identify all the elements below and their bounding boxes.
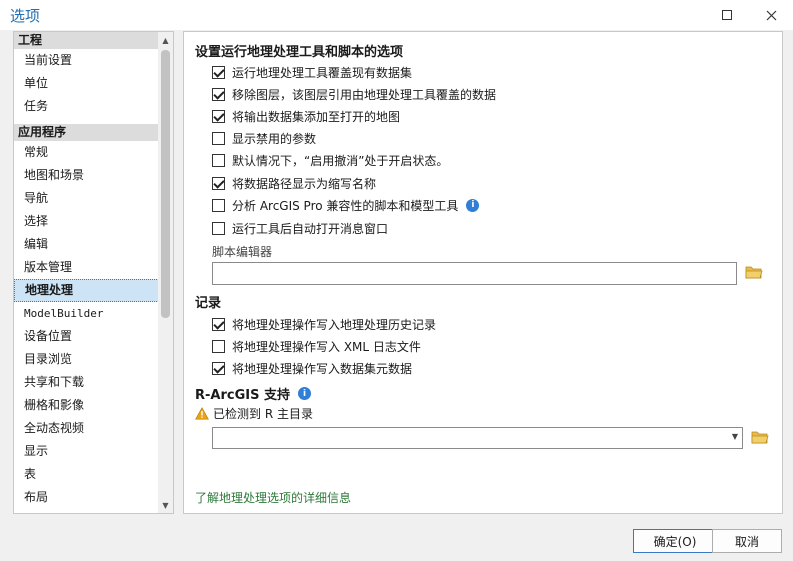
geoprocessing-options-panel: 设置运行地理处理工具和脚本的选项 运行地理处理工具覆盖现有数据集 移除图层，该图… xyxy=(183,31,783,514)
checkbox[interactable] xyxy=(212,339,225,353)
chevron-down-icon: ▼ xyxy=(731,432,738,441)
checkbox[interactable] xyxy=(212,131,225,145)
scroll-up-arrow-icon[interactable]: ▲ xyxy=(158,32,173,48)
option-write-history[interactable]: 将地理处理操作写入地理处理历史记录 xyxy=(212,315,436,333)
nav-item-general[interactable]: 常规 xyxy=(14,141,159,164)
checkbox[interactable] xyxy=(212,317,225,331)
section-title-logging: 记录 xyxy=(195,296,222,311)
close-button[interactable] xyxy=(754,3,788,27)
nav-scrollbar[interactable]: ▲ ▼ xyxy=(158,32,173,513)
cancel-button[interactable]: 取消 xyxy=(712,529,782,553)
nav-item-geoprocessing[interactable]: 地理处理 xyxy=(14,279,159,302)
nav-items: 工程 当前设置 单位 任务 应用程序 常规 地图和场景 导航 选择 编辑 版本管… xyxy=(14,32,159,509)
nav-item-raster-imagery[interactable]: 栅格和影像 xyxy=(14,394,159,417)
checkbox[interactable] xyxy=(212,65,225,79)
option-overwrite-datasets[interactable]: 运行地理处理工具覆盖现有数据集 xyxy=(212,63,412,81)
nav-group-application: 应用程序 xyxy=(14,124,159,141)
script-editor-label: 脚本编辑器 xyxy=(212,245,273,259)
r-home-dropdown[interactable]: ▼ xyxy=(212,427,743,449)
option-write-xml-log[interactable]: 将地理处理操作写入 XML 日志文件 xyxy=(212,337,421,355)
scroll-down-arrow-icon[interactable]: ▼ xyxy=(158,497,173,513)
nav-item-tasks[interactable]: 任务 xyxy=(14,95,159,118)
ok-button[interactable]: 确定(O) xyxy=(633,529,717,553)
scroll-thumb[interactable] xyxy=(161,50,170,318)
section-title-r-arcgis: R-ArcGIS 支持 i xyxy=(195,384,311,403)
option-write-metadata[interactable]: 将地理处理操作写入数据集元数据 xyxy=(212,359,412,377)
nav-item-share-download[interactable]: 共享和下载 xyxy=(14,371,159,394)
nav-item-device-location[interactable]: 设备位置 xyxy=(14,325,159,348)
option-enable-undo-default[interactable]: 默认情况下，“启用撤消”处于开启状态。 xyxy=(212,151,448,169)
nav-item-units[interactable]: 单位 xyxy=(14,72,159,95)
nav-item-versioning[interactable]: 版本管理 xyxy=(14,256,159,279)
nav-item-navigation[interactable]: 导航 xyxy=(14,187,159,210)
option-open-messages[interactable]: 运行工具后自动打开消息窗口 xyxy=(212,219,388,237)
nav-item-current-settings[interactable]: 当前设置 xyxy=(14,49,159,72)
browse-folder-icon[interactable] xyxy=(751,430,769,444)
browse-folder-icon[interactable] xyxy=(745,265,763,279)
maximize-button[interactable] xyxy=(710,3,744,27)
nav-item-display[interactable]: 显示 xyxy=(14,440,159,463)
checkbox[interactable] xyxy=(212,87,225,101)
info-icon[interactable]: i xyxy=(466,198,480,212)
learn-more-link[interactable]: 了解地理处理选项的详细信息 xyxy=(195,489,351,506)
window-title: 选项 xyxy=(10,7,41,25)
title-bar: 选项 xyxy=(0,0,793,30)
checkbox[interactable] xyxy=(212,198,225,212)
checkbox[interactable] xyxy=(212,221,225,235)
info-icon[interactable]: i xyxy=(297,387,311,400)
option-analyze-compatibility[interactable]: 分析 ArcGIS Pro 兼容性的脚本和模型工具 i xyxy=(212,196,480,214)
option-abbreviated-paths[interactable]: 将数据路径显示为缩写名称 xyxy=(212,174,376,192)
warning-icon xyxy=(195,407,209,420)
nav-item-selection[interactable]: 选择 xyxy=(14,210,159,233)
nav-item-modelbuilder[interactable]: ModelBuilder xyxy=(14,302,159,325)
nav-group-project: 工程 xyxy=(14,32,159,49)
nav-item-catalog-browse[interactable]: 目录浏览 xyxy=(14,348,159,371)
nav-item-maps-scenes[interactable]: 地图和场景 xyxy=(14,164,159,187)
options-nav-list[interactable]: 工程 当前设置 单位 任务 应用程序 常规 地图和场景 导航 选择 编辑 版本管… xyxy=(13,31,174,514)
option-remove-layers[interactable]: 移除图层，该图层引用由地理处理工具覆盖的数据 xyxy=(212,85,496,103)
maximize-icon xyxy=(722,10,732,20)
option-add-outputs-to-map[interactable]: 将输出数据集添加至打开的地图 xyxy=(212,107,400,125)
checkbox[interactable] xyxy=(212,109,225,123)
r-home-warning: 已检测到 R 主目录 xyxy=(195,405,313,422)
script-editor-input[interactable] xyxy=(212,262,737,285)
nav-item-editing[interactable]: 编辑 xyxy=(14,233,159,256)
checkbox[interactable] xyxy=(212,153,225,167)
close-icon xyxy=(766,10,776,20)
nav-item-full-motion-video[interactable]: 全动态视频 xyxy=(14,417,159,440)
checkbox[interactable] xyxy=(212,361,225,375)
section-title-run-tools: 设置运行地理处理工具和脚本的选项 xyxy=(195,45,404,60)
option-show-disabled-params[interactable]: 显示禁用的参数 xyxy=(212,129,316,147)
checkbox[interactable] xyxy=(212,176,225,190)
nav-item-layout[interactable]: 布局 xyxy=(14,486,159,509)
nav-item-table[interactable]: 表 xyxy=(14,463,159,486)
